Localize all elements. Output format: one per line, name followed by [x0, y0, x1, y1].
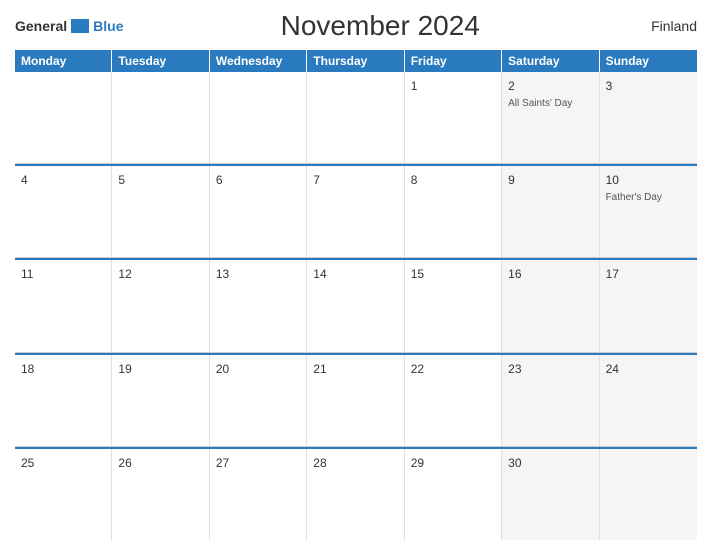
calendar: Monday Tuesday Wednesday Thursday Friday… — [15, 50, 697, 540]
cell-w5-sun — [600, 449, 697, 540]
header-saturday: Saturday — [502, 50, 599, 72]
cell-w3-tue: 12 — [112, 260, 209, 351]
header-friday: Friday — [405, 50, 502, 72]
page: General Blue November 2024 Finland Monda… — [0, 0, 712, 550]
cell-w2-fri: 8 — [405, 166, 502, 257]
week-5: 25 26 27 28 29 30 — [15, 447, 697, 540]
cell-w2-mon: 4 — [15, 166, 112, 257]
calendar-body: 1 2 All Saints' Day 3 4 5 6 7 8 9 10 Fat… — [15, 72, 697, 540]
cell-w3-sun: 17 — [600, 260, 697, 351]
header: General Blue November 2024 Finland — [15, 10, 697, 42]
cell-w1-tue — [112, 72, 209, 163]
header-thursday: Thursday — [307, 50, 404, 72]
cell-w5-sat: 30 — [502, 449, 599, 540]
logo-general: General — [15, 18, 67, 34]
cell-w3-fri: 15 — [405, 260, 502, 351]
cell-w1-sat: 2 All Saints' Day — [502, 72, 599, 163]
cell-w1-thu — [307, 72, 404, 163]
week-2: 4 5 6 7 8 9 10 Father's Day — [15, 164, 697, 258]
cell-w1-wed — [210, 72, 307, 163]
calendar-header: Monday Tuesday Wednesday Thursday Friday… — [15, 50, 697, 72]
logo: General Blue — [15, 18, 123, 34]
cell-w1-mon — [15, 72, 112, 163]
cell-w4-wed: 20 — [210, 355, 307, 446]
cell-w5-tue: 26 — [112, 449, 209, 540]
cell-w1-fri: 1 — [405, 72, 502, 163]
week-4: 18 19 20 21 22 23 24 — [15, 353, 697, 447]
header-wednesday: Wednesday — [210, 50, 307, 72]
logo-blue: Blue — [93, 18, 123, 34]
cell-w1-sun: 3 — [600, 72, 697, 163]
logo-flag-icon — [71, 19, 89, 33]
header-sunday: Sunday — [600, 50, 697, 72]
cell-w3-sat: 16 — [502, 260, 599, 351]
cell-w2-thu: 7 — [307, 166, 404, 257]
month-title: November 2024 — [123, 10, 637, 42]
week-1: 1 2 All Saints' Day 3 — [15, 72, 697, 164]
cell-w2-wed: 6 — [210, 166, 307, 257]
cell-w5-wed: 27 — [210, 449, 307, 540]
header-monday: Monday — [15, 50, 112, 72]
cell-w4-mon: 18 — [15, 355, 112, 446]
cell-w5-fri: 29 — [405, 449, 502, 540]
cell-w4-sat: 23 — [502, 355, 599, 446]
cell-w3-thu: 14 — [307, 260, 404, 351]
cell-w4-fri: 22 — [405, 355, 502, 446]
cell-w2-tue: 5 — [112, 166, 209, 257]
country-label: Finland — [637, 18, 697, 34]
week-3: 11 12 13 14 15 16 17 — [15, 258, 697, 352]
cell-w5-mon: 25 — [15, 449, 112, 540]
cell-w3-mon: 11 — [15, 260, 112, 351]
cell-w2-sat: 9 — [502, 166, 599, 257]
cell-w3-wed: 13 — [210, 260, 307, 351]
cell-w4-tue: 19 — [112, 355, 209, 446]
cell-w4-thu: 21 — [307, 355, 404, 446]
cell-w4-sun: 24 — [600, 355, 697, 446]
cell-w5-thu: 28 — [307, 449, 404, 540]
cell-w2-sun: 10 Father's Day — [600, 166, 697, 257]
header-tuesday: Tuesday — [112, 50, 209, 72]
